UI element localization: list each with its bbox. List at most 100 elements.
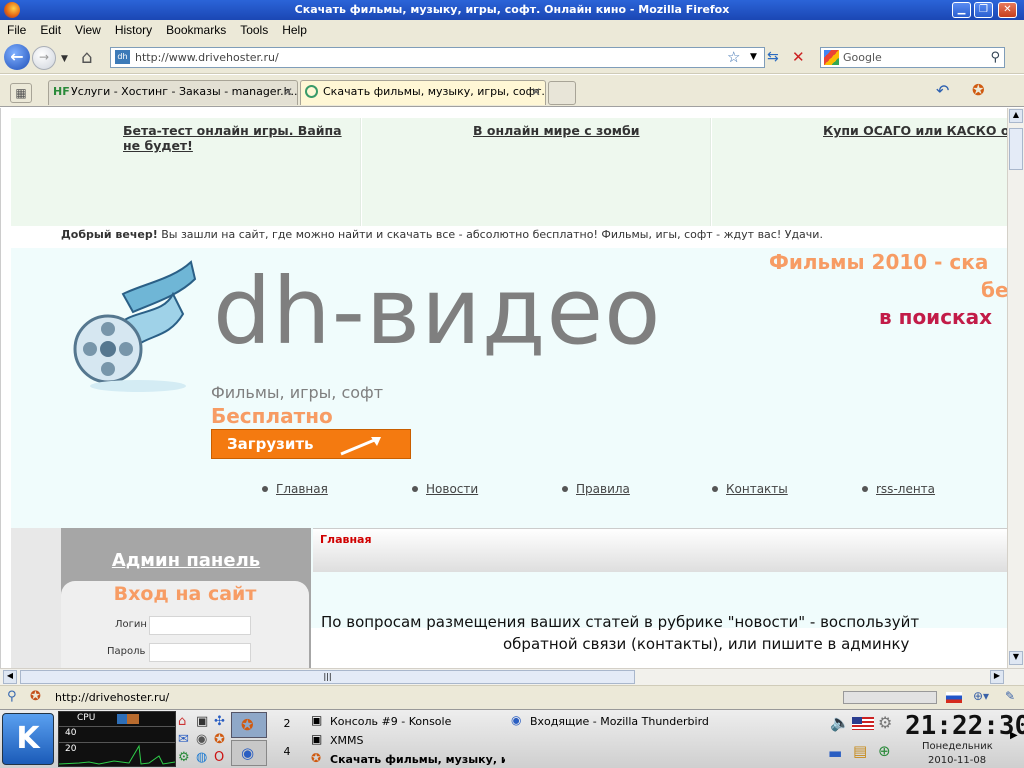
notice-line-2: обратной связи (контакты), или пишите в …	[503, 635, 910, 653]
menu-history[interactable]: History	[108, 20, 159, 40]
search-icon[interactable]: ⚲	[990, 48, 1000, 67]
thunderbird-icon: ◉	[241, 744, 255, 762]
home-folder-icon[interactable]: ⌂	[178, 714, 186, 729]
tab-overview-icon[interactable]: ▦	[10, 83, 32, 103]
new-tab-button[interactable]	[548, 81, 576, 105]
menu-bookmarks[interactable]: Bookmarks	[159, 20, 233, 40]
bookmark-star-icon[interactable]: ☆	[727, 48, 740, 66]
horizontal-scrollbar[interactable]: ◀ ||| ▶	[0, 668, 1024, 685]
desktop-3-preview[interactable]: ◉	[231, 740, 267, 766]
nav-contacts[interactable]: Контакты	[726, 482, 788, 496]
network-tray-icon[interactable]: ⚙	[878, 713, 892, 732]
desktop-2[interactable]: 2	[268, 712, 306, 738]
panel-arrow-icon[interactable]: ▶	[1010, 730, 1018, 741]
clipboard-icon[interactable]: ▤	[853, 742, 867, 760]
desktop-4[interactable]: 4	[268, 740, 306, 766]
ad-link-1[interactable]: Бета-тест онлайн игры. Вайпа не будет!	[123, 123, 363, 153]
bullet-icon	[262, 486, 268, 492]
ad-link-2[interactable]: В онлайн мире с зомби	[473, 123, 708, 138]
task-xmms[interactable]: ▣ XMMS	[310, 732, 505, 749]
menu-help[interactable]: Help	[275, 20, 314, 40]
mail-icon[interactable]: ✉	[178, 732, 189, 747]
nav-news[interactable]: Новости	[426, 482, 478, 496]
ad-block-3: Купи ОСАГО или КАСКО о	[712, 118, 1007, 226]
page-viewport: Бета-тест онлайн игры. Вайпа не будет! В…	[0, 108, 1007, 668]
terminal-icon[interactable]: ▣	[196, 714, 208, 729]
update-icon[interactable]: ⊕	[878, 742, 891, 760]
scroll-left-icon[interactable]: ◀	[3, 670, 17, 684]
thunderbird-icon: ◉	[511, 713, 522, 727]
film-reel-icon	[73, 260, 197, 392]
menu-tools[interactable]: Tools	[233, 20, 275, 40]
opera-icon[interactable]: O	[214, 750, 224, 765]
task-firefox[interactable]: ✪ Скачать фильмы, музыку, игр	[310, 751, 505, 768]
network-icon[interactable]: ✣	[214, 714, 225, 729]
scroll-right-icon[interactable]: ▶	[990, 670, 1004, 684]
login-input[interactable]	[149, 616, 251, 635]
nav-home[interactable]: Главная	[276, 482, 328, 496]
back-button[interactable]: ←	[4, 44, 30, 70]
nav-rss[interactable]: rss-лента	[876, 482, 935, 496]
screen-icon[interactable]: ▬	[828, 744, 842, 762]
menu-edit[interactable]: Edit	[33, 20, 68, 40]
settings-icon[interactable]: ⚙	[178, 750, 190, 765]
window-title-bar[interactable]: Скачать фильмы, музыку, игры, софт. Онла…	[0, 0, 1024, 20]
cpu-legend-icon	[117, 714, 127, 724]
minimize-button[interactable]: ▁	[952, 2, 971, 18]
task-konsole[interactable]: ▣ Консоль #9 - Konsole	[310, 713, 505, 730]
fox-addon-icon[interactable]: ✪	[972, 81, 985, 99]
task-label: Консоль #9 - Konsole	[330, 715, 452, 728]
left-gutter	[11, 528, 61, 668]
zoom-icon[interactable]: ⊕▾	[973, 689, 989, 703]
desktop-1-preview[interactable]: ✪	[231, 712, 267, 738]
maximize-button[interactable]: ❐	[974, 2, 993, 18]
addon-icon[interactable]: ✎	[1005, 689, 1015, 703]
bullet-icon	[562, 486, 568, 492]
forward-button[interactable]: →	[32, 46, 56, 70]
bullet-icon	[412, 486, 418, 492]
clock[interactable]: 21:22:30	[905, 711, 1024, 741]
volume-icon[interactable]: 🔈	[830, 713, 850, 732]
ad-link-3[interactable]: Купи ОСАГО или КАСКО о	[823, 123, 1007, 138]
site-favicon: dh	[115, 50, 130, 64]
close-tab-icon[interactable]: ✕	[531, 81, 541, 103]
kde-menu-button[interactable]: K	[2, 713, 54, 765]
vertical-scrollbar[interactable]: ▲ ▼	[1007, 108, 1024, 668]
url-dropdown-icon[interactable]: ▼	[750, 52, 757, 62]
russian-flag-icon[interactable]	[946, 692, 962, 703]
nav-rules[interactable]: Правила	[576, 482, 630, 496]
admin-panel-link[interactable]: Админ панель	[61, 550, 311, 571]
undo-close-icon[interactable]: ↶	[936, 81, 949, 100]
search-input[interactable]: Google ⚲	[820, 47, 1005, 68]
ad-block-1: Бета-тест онлайн игры. Вайпа не будет!	[11, 118, 361, 226]
tab-hosting[interactable]: HF Услуги - Хостинг - Заказы - manager.h…	[48, 80, 298, 105]
close-button[interactable]: ✕	[998, 2, 1017, 18]
history-dropdown-icon[interactable]: ▼	[61, 54, 68, 64]
firefox-launch-icon[interactable]: ✪	[214, 732, 225, 747]
skype-icon[interactable]: ◍	[196, 750, 207, 765]
promo-line-3: в поисках	[879, 305, 993, 329]
reload-icon[interactable]: ⇆	[767, 49, 779, 65]
scroll-down-icon[interactable]: ▼	[1009, 651, 1023, 665]
quick-launch: ⌂ ▣ ✣ ✉ ◉ ✪ ⚙ ◍ O	[178, 714, 230, 766]
google-icon	[824, 50, 839, 65]
tab-drivehoster[interactable]: Скачать фильмы, музыку, игры, софт... ✕	[300, 80, 546, 105]
password-input[interactable]	[149, 643, 251, 662]
menu-view[interactable]: View	[68, 20, 108, 40]
disk-icon[interactable]: ◉	[196, 732, 207, 747]
stop-icon[interactable]: ✕	[792, 48, 805, 66]
firefox-icon: ✪	[241, 716, 254, 734]
menu-file[interactable]: File	[0, 20, 33, 40]
scroll-up-icon[interactable]: ▲	[1009, 109, 1023, 123]
hscroll-thumb[interactable]: |||	[20, 670, 635, 684]
home-icon[interactable]: ⌂	[81, 47, 92, 68]
find-icon[interactable]: ⚲	[7, 689, 17, 704]
task-thunderbird[interactable]: ◉ Входящие - Mozilla Thunderbird	[510, 713, 710, 730]
close-tab-icon[interactable]: ✕	[283, 81, 293, 103]
vscroll-thumb[interactable]	[1009, 128, 1023, 170]
breadcrumb[interactable]: Главная	[320, 533, 372, 546]
url-input[interactable]: dh http://www.drivehoster.ru/	[110, 47, 765, 68]
cpu-monitor: CPU 40 20	[58, 711, 176, 767]
us-flag-icon[interactable]	[852, 717, 874, 730]
download-button[interactable]: Загрузить	[211, 429, 411, 459]
